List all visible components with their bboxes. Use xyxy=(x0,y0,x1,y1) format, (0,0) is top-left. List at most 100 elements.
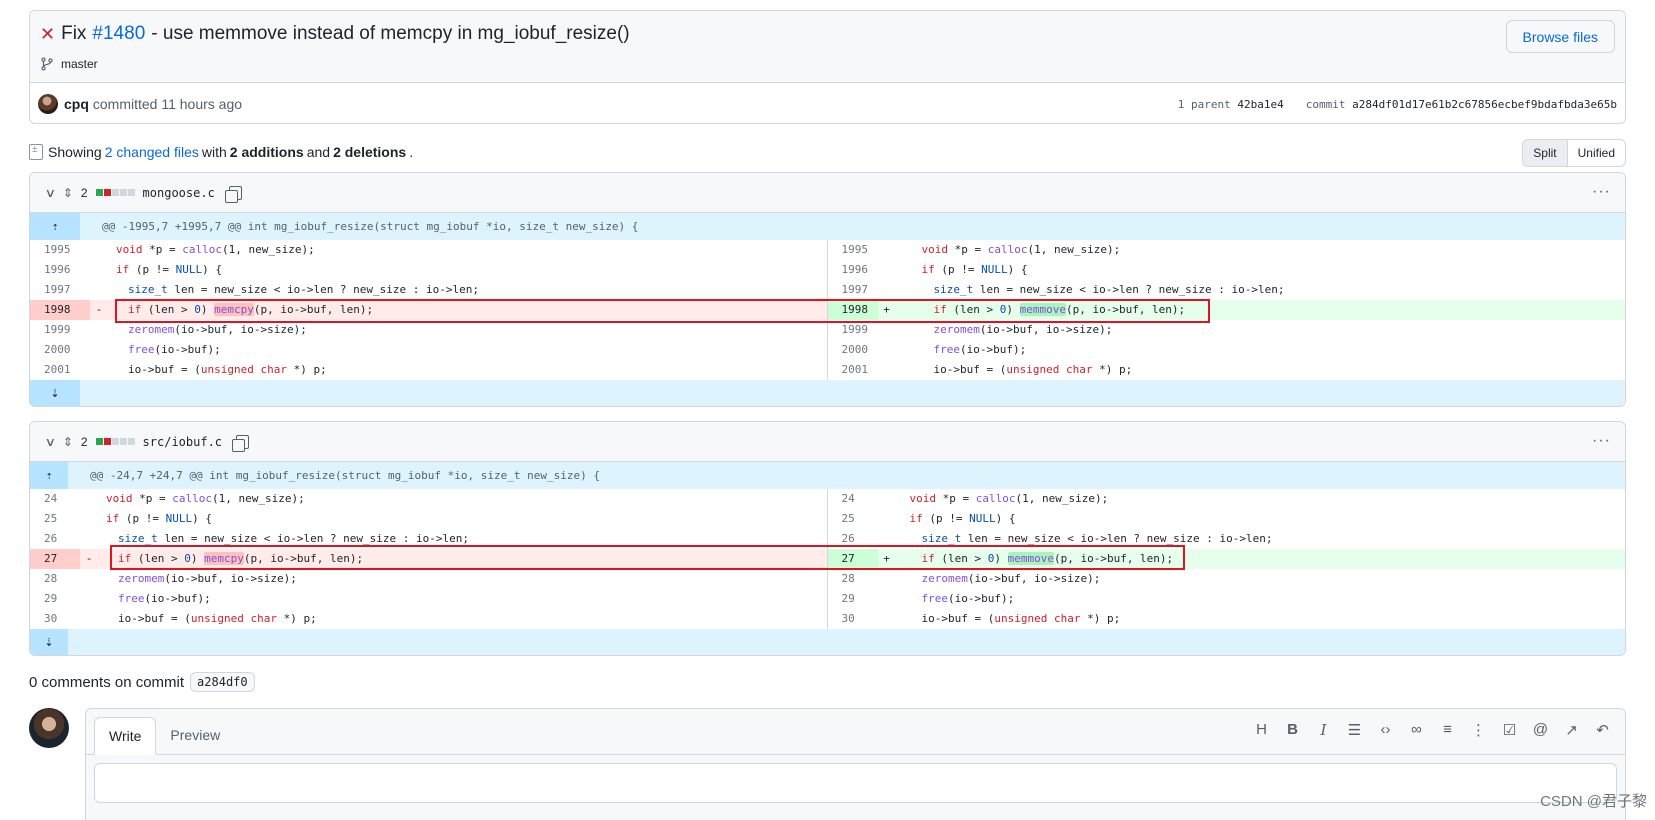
file-name[interactable]: src/iobuf.c xyxy=(143,435,222,449)
code-icon[interactable]: ‹› xyxy=(1377,721,1394,739)
line-number[interactable]: 1999 xyxy=(30,320,90,340)
copy-icon[interactable] xyxy=(232,434,250,452)
plus-sign: + xyxy=(883,552,890,565)
line-number[interactable]: 1996 xyxy=(30,260,90,280)
ordered-list-icon[interactable]: ⋮ xyxy=(1470,721,1487,739)
diffstat-bar xyxy=(95,189,135,196)
right-side: 1995 void *p = calloc(1, new_size); 1996 i… xyxy=(827,240,1626,380)
expand-all-icon[interactable]: ⇕ xyxy=(63,435,73,449)
italic-icon[interactable]: I xyxy=(1315,721,1332,739)
line-number[interactable]: 27 xyxy=(30,549,80,569)
commit-sha: a284df01d17e61b2c67856ecbef9bdafbda3e65b xyxy=(1352,97,1617,111)
mention-icon[interactable]: @ xyxy=(1532,721,1549,739)
collapse-chevron-icon[interactable]: ∨ xyxy=(45,186,56,200)
comment-textarea[interactable] xyxy=(94,763,1617,803)
user-avatar[interactable] xyxy=(29,708,69,748)
expand-up-icon[interactable]: ⇡ xyxy=(30,213,80,240)
diff-line: 24 void *p = calloc(1, new_size); xyxy=(30,489,827,509)
comments-heading: 0 comments on commit a284df0 xyxy=(29,672,255,692)
line-number[interactable]: 29 xyxy=(828,589,878,609)
diff-line: 1999 zeromem(io->buf, io->size); xyxy=(30,320,827,340)
line-number[interactable]: 2001 xyxy=(30,360,90,380)
author-name[interactable]: cpq xyxy=(64,96,89,112)
line-number[interactable]: 1998 xyxy=(30,300,90,320)
line-number[interactable]: 1995 xyxy=(828,240,878,260)
more-options-icon[interactable]: ··· xyxy=(1592,432,1611,450)
line-number[interactable]: 28 xyxy=(828,569,878,589)
line-number[interactable]: 1999 xyxy=(828,320,878,340)
deleted-line: 1998- if (len > 0) memcpy(p, io->buf, len… xyxy=(30,300,827,320)
parent-info: 1 parent 42ba1e4 xyxy=(1178,98,1284,111)
line-number[interactable]: 30 xyxy=(828,609,878,629)
commit-label: commit xyxy=(1305,97,1346,111)
commit-meta: 1 parent 42ba1e4 commit a284df01d17e61b2… xyxy=(1178,98,1617,111)
expand-down-icon[interactable]: ⇣ xyxy=(30,380,80,406)
unordered-list-icon[interactable]: ≡ xyxy=(1439,721,1456,739)
line-number[interactable]: 2000 xyxy=(828,340,878,360)
line-number[interactable]: 2000 xyxy=(30,340,90,360)
link-icon[interactable]: ∞ xyxy=(1408,721,1425,739)
collapse-chevron-icon[interactable]: ∨ xyxy=(45,435,56,449)
diffstat-bar xyxy=(95,438,135,445)
task-list-icon[interactable]: ☑ xyxy=(1501,721,1518,739)
unified-view-button[interactable]: Unified xyxy=(1568,140,1625,166)
tab-write[interactable]: Write xyxy=(94,717,157,755)
expand-all-icon[interactable]: ⇕ xyxy=(63,186,73,200)
diff-line: 1996 if (p != NULL) { xyxy=(30,260,827,280)
undo-icon[interactable]: ↶ xyxy=(1594,721,1611,739)
copy-icon[interactable] xyxy=(224,185,242,203)
more-options-icon[interactable]: ··· xyxy=(1592,183,1611,201)
diff-rows: 1995 void *p = calloc(1, new_size); 1996 i… xyxy=(30,240,1625,380)
tab-preview[interactable]: Preview xyxy=(156,716,234,754)
left-side: 1995 void *p = calloc(1, new_size); 1996 i… xyxy=(30,240,828,380)
line-number[interactable]: 27 xyxy=(827,549,878,569)
parent-sha-link[interactable]: 42ba1e4 xyxy=(1237,98,1283,111)
git-branch-icon xyxy=(41,57,53,71)
expand-up-icon[interactable]: ⇡ xyxy=(30,462,68,489)
expand-down-icon[interactable]: ⇣ xyxy=(30,629,68,655)
comment-editor: Write Preview H B I ☰ ‹› ∞ ≡ ⋮ ☑ @ ↗ ↶ xyxy=(85,708,1626,820)
line-number[interactable]: 24 xyxy=(30,489,80,509)
line-number[interactable]: 25 xyxy=(30,509,80,529)
diff-line: 24 void *p = calloc(1, new_size); xyxy=(828,489,1626,509)
browse-files-button[interactable]: Browse files xyxy=(1505,20,1615,53)
line-number[interactable]: 29 xyxy=(30,589,80,609)
heading-icon[interactable]: H xyxy=(1253,721,1270,739)
line-number[interactable]: 1995 xyxy=(30,240,90,260)
deleted-line: 27- if (len > 0) memcpy(p, io->buf, len); xyxy=(30,549,827,569)
failed-status-icon[interactable]: ✕ xyxy=(40,24,55,45)
line-number[interactable]: 25 xyxy=(828,509,878,529)
line-number[interactable]: 28 xyxy=(30,569,80,589)
parent-label: 1 parent xyxy=(1177,97,1231,111)
split-view-button[interactable]: Split xyxy=(1523,140,1568,166)
line-number[interactable]: 1997 xyxy=(30,280,90,300)
file-name[interactable]: mongoose.c xyxy=(143,186,215,200)
line-number[interactable]: 1998 xyxy=(827,300,878,320)
line-number[interactable]: 26 xyxy=(30,529,80,549)
line-number[interactable]: 1996 xyxy=(828,260,878,280)
diff-file-iobuf: ∨ ⇕ 2 src/iobuf.c ··· ⇡ @@ -24,7 +24,7 @… xyxy=(29,421,1626,656)
line-number[interactable]: 24 xyxy=(828,489,878,509)
reference-icon[interactable]: ↗ xyxy=(1563,721,1580,739)
author-avatar[interactable] xyxy=(38,94,58,114)
line-number[interactable]: 30 xyxy=(30,609,80,629)
diff-view-toggle: Split Unified xyxy=(1522,139,1626,167)
commit-info: commit a284df01d17e61b2c67856ecbef9bdafb… xyxy=(1306,98,1617,111)
line-number[interactable]: 2001 xyxy=(828,360,878,380)
commit-header: ✕ Fix #1480 - use memmove instead of mem… xyxy=(29,10,1626,124)
commit-author-row: cpq committed 11 hours ago 1 parent 42ba… xyxy=(30,83,1625,123)
diff-summary: Showing 2 changed files with 2 additions… xyxy=(29,144,413,160)
line-number[interactable]: 26 xyxy=(828,529,878,549)
line-number[interactable]: 1997 xyxy=(828,280,878,300)
diff-line: 30 io->buf = (unsigned char *) p; xyxy=(30,609,827,629)
bold-icon[interactable]: B xyxy=(1284,721,1301,739)
diff-line: 2001 io->buf = (unsigned char *) p; xyxy=(828,360,1626,380)
title-suffix: - use memmove instead of memcpy in mg_io… xyxy=(151,23,630,44)
changed-files-link[interactable]: 2 changed files xyxy=(105,144,199,160)
quote-icon[interactable]: ☰ xyxy=(1346,721,1363,739)
summary-period: . xyxy=(409,144,414,160)
branch-name[interactable]: master xyxy=(61,57,98,71)
added-line: 27 + if (len > 0) memmove(p, io->buf, len)… xyxy=(827,549,1625,569)
changes-count: 2 xyxy=(80,185,88,200)
issue-link[interactable]: #1480 xyxy=(92,23,145,45)
